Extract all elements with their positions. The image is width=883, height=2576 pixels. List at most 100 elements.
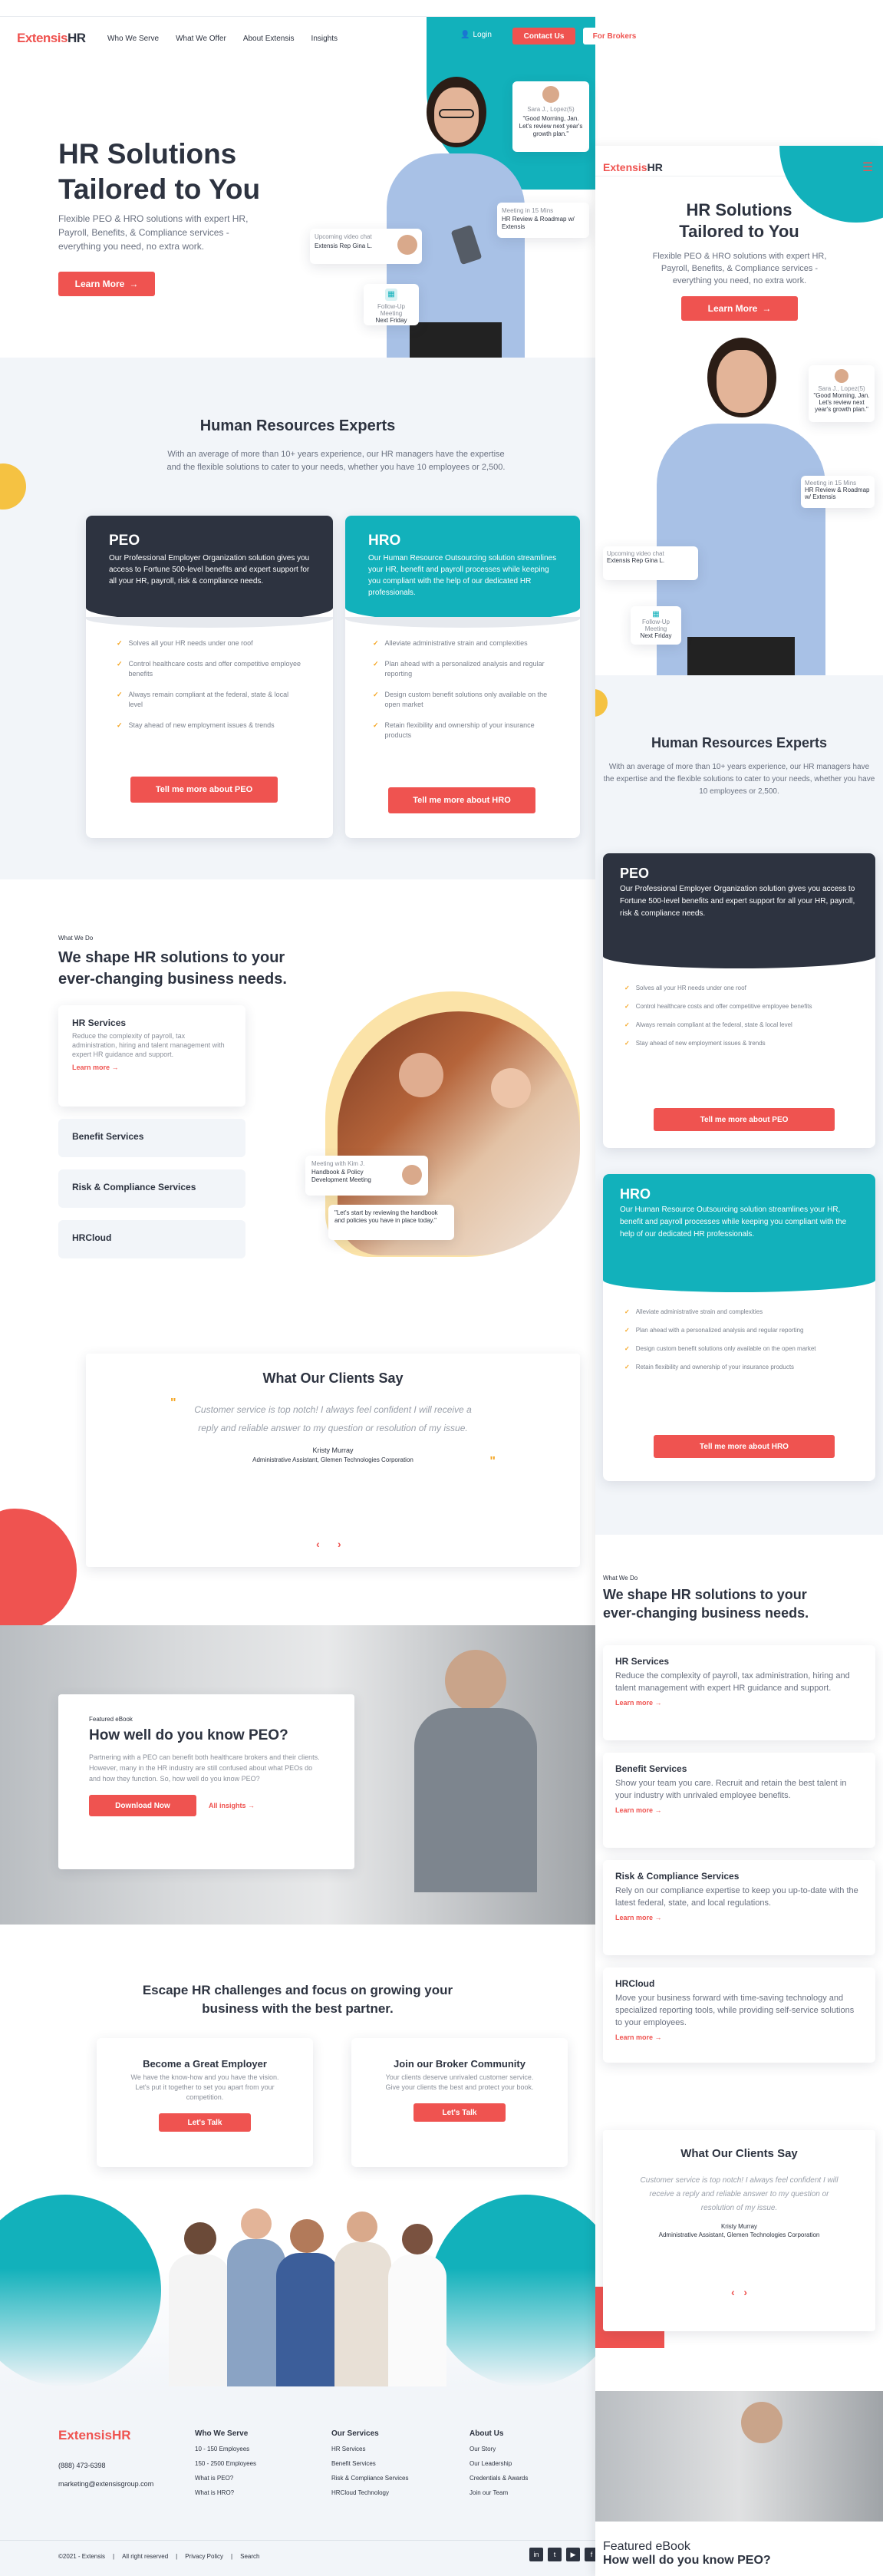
footer-link[interactable]: 10 - 150 Employees xyxy=(195,2446,256,2452)
mobile-learn-more-button[interactable]: Learn More → xyxy=(681,296,798,321)
footer-link[interactable]: Credentials & Awards xyxy=(470,2475,528,2482)
hr-services-learn-more[interactable]: Learn more → xyxy=(72,1064,232,1071)
person-face xyxy=(241,2208,272,2239)
nav-insights[interactable]: Insights xyxy=(311,35,338,43)
list-item: ✓ Alleviate administrative strain and com… xyxy=(373,638,549,648)
login-link[interactable]: 👤 Login xyxy=(460,31,492,39)
footer-logo-extensis: Extensis xyxy=(58,2428,112,2442)
hero-title-line1: HR Solutions xyxy=(58,138,237,170)
mobile-risk-learn-more[interactable]: Learn more → xyxy=(615,1914,863,1921)
contact-button[interactable]: Contact Us xyxy=(512,28,575,45)
all-insights-link[interactable]: All insights → xyxy=(209,1802,255,1809)
footer-link[interactable]: Join our Team xyxy=(470,2489,528,2496)
peo-card-header: PEO Our Professional Employer Organizati… xyxy=(86,516,333,622)
mobile-hro-item: Design custom benefit solutions only ava… xyxy=(635,1345,816,1352)
person-body xyxy=(414,1708,537,1892)
hr-services-card[interactable]: HR Services Reduce the complexity of pay… xyxy=(58,1005,245,1107)
hero-learn-more-button[interactable]: Learn More → xyxy=(58,272,155,296)
footer-email[interactable]: marketing@extensisgroup.com xyxy=(58,2480,153,2488)
footer-link[interactable]: What is PEO? xyxy=(195,2475,256,2482)
twitter-icon[interactable]: t xyxy=(548,2548,562,2561)
benefit-services-tab[interactable]: Benefit Services xyxy=(58,1119,245,1157)
footer-link[interactable]: What is HRO? xyxy=(195,2489,256,2496)
learn-more-label: Learn more xyxy=(72,1064,110,1071)
risk-services-tab[interactable]: Risk & Compliance Services xyxy=(58,1169,245,1208)
prev-arrow-icon[interactable]: ‹ xyxy=(316,1538,320,1550)
logo[interactable]: ExtensisHR xyxy=(17,31,86,46)
mobile-hr-services-card[interactable]: HR Services Reduce the complexity of pay… xyxy=(603,1645,875,1740)
meeting-label: Meeting in 15 Mins xyxy=(502,207,554,214)
mobile-hrcloud-learn-more[interactable]: Learn more → xyxy=(615,2033,863,2041)
mobile-peo-button[interactable]: Tell me more about PEO xyxy=(654,1108,835,1131)
youtube-icon[interactable]: ▶ xyxy=(566,2548,580,2561)
employer-lets-talk-button[interactable]: Let's Talk xyxy=(159,2113,251,2132)
footer-link[interactable]: Our Leadership xyxy=(470,2460,528,2467)
broker-text: Your clients deserve unrivaled customer … xyxy=(385,2073,534,2091)
mobile-hr-title: HR Services xyxy=(615,1656,670,1667)
peo-title: PEO xyxy=(109,533,140,549)
prev-arrow-icon[interactable]: ‹ xyxy=(731,2286,735,2298)
footer-logo[interactable]: ExtensisHR xyxy=(58,2428,131,2443)
footer-link[interactable]: HR Services xyxy=(331,2446,408,2452)
linkedin-icon[interactable]: in xyxy=(529,2548,543,2561)
whatwedo-eyebrow: What We Do xyxy=(58,935,94,942)
mobile-benefit-card[interactable]: Benefit Services Show your team you care… xyxy=(603,1753,875,1848)
download-button[interactable]: Download Now xyxy=(89,1795,196,1816)
list-item: ✓ Alleviate administrative strain and com… xyxy=(624,1308,854,1317)
meeting-text: HR Review & Roadmap w/ Extensis xyxy=(502,216,575,230)
search-link[interactable]: Search xyxy=(240,2553,259,2560)
followup-text: Next Friday xyxy=(375,317,407,324)
person-face xyxy=(445,1650,506,1711)
next-arrow-icon[interactable]: › xyxy=(743,2286,747,2298)
mobile-meeting-label: Meeting in 15 Mins xyxy=(805,480,857,487)
peo-card: PEO Our Professional Employer Organizati… xyxy=(86,516,333,838)
nav-what-we-offer[interactable]: What We Offer xyxy=(176,35,226,43)
hro-card: HRO Our Human Resource Outsourcing solut… xyxy=(345,516,580,838)
avatar xyxy=(402,1165,422,1185)
footer-col-who: Who We Serve 10 - 150 Employees 150 - 25… xyxy=(195,2429,256,2504)
list-item: ✓ Retain flexibility and ownership of you… xyxy=(624,1363,854,1372)
nav-who-we-serve[interactable]: Who We Serve xyxy=(107,35,159,43)
footer-link[interactable]: Benefit Services xyxy=(331,2460,408,2467)
footer-logo-hr: HR xyxy=(111,2428,131,2442)
hro-tell-more-button[interactable]: Tell me more about HRO xyxy=(388,787,535,813)
team-photo xyxy=(138,2207,476,2386)
hamburger-menu-icon[interactable]: ☰ xyxy=(862,160,873,175)
mobile-hero-subtitle: Flexible PEO & HRO solutions with expert… xyxy=(652,252,827,285)
ebook-text: Partnering with a PEO can benefit both h… xyxy=(89,1753,320,1783)
mobile-hr-learn-more[interactable]: Learn more → xyxy=(615,1699,863,1707)
followup-card: ▦ Follow-Up Meeting Next Friday xyxy=(364,284,419,325)
mobile-whatwedo-line1: We shape HR solutions to your xyxy=(603,1587,807,1602)
mobile-logo[interactable]: ExtensisHR xyxy=(603,161,663,173)
hr-services-text: Reduce the complexity of payroll, tax ad… xyxy=(72,1032,225,1058)
nav-about[interactable]: About Extensis xyxy=(243,35,295,43)
logo-hr: HR xyxy=(67,31,86,45)
footer-link[interactable]: Risk & Compliance Services xyxy=(331,2475,408,2482)
privacy-link[interactable]: Privacy Policy xyxy=(185,2553,223,2560)
hro-feature-list: ✓ Alleviate administrative strain and com… xyxy=(345,628,580,740)
ebook-actions: Download Now All insights → xyxy=(89,1795,324,1816)
next-arrow-icon[interactable]: › xyxy=(338,1538,341,1550)
footer-link[interactable]: 150 - 2500 Employees xyxy=(195,2460,256,2467)
mobile-whatwedo-line2: ever-changing business needs. xyxy=(603,1605,809,1621)
mobile-hrcloud-card[interactable]: HRCloud Move your business forward with … xyxy=(603,1967,875,2063)
mobile-hro-button[interactable]: Tell me more about HRO xyxy=(654,1435,835,1458)
hrcloud-tab[interactable]: HRCloud xyxy=(58,1220,245,1258)
footer-col3-title: About Us xyxy=(470,2429,504,2438)
peo-item-text: Always remain compliant at the federal, … xyxy=(128,691,289,708)
person-face xyxy=(741,2402,783,2443)
mobile-peo-header: PEO Our Professional Employer Organizati… xyxy=(603,853,875,968)
broker-lets-talk-button[interactable]: Let's Talk xyxy=(413,2103,506,2122)
followup-label: Follow-Up Meeting xyxy=(377,303,405,317)
mobile-hero-title-line2: Tailored to You xyxy=(679,222,799,241)
footer-divider xyxy=(0,2540,595,2541)
brokers-button[interactable]: For Brokers xyxy=(583,28,646,45)
mobile-risk-card[interactable]: Risk & Compliance Services Rely on our c… xyxy=(603,1860,875,1955)
footer-link[interactable]: Our Story xyxy=(470,2446,528,2452)
peo-item-text: Solves all your HR needs under one roof xyxy=(128,639,253,647)
footer-link[interactable]: HRCloud Technology xyxy=(331,2489,408,2496)
mobile-benefit-learn-more[interactable]: Learn more → xyxy=(615,1806,863,1814)
footer-phone[interactable]: (888) 473-6398 xyxy=(58,2462,106,2469)
peo-tell-more-button[interactable]: Tell me more about PEO xyxy=(130,777,278,803)
mobile-hr-text: Reduce the complexity of payroll, tax ad… xyxy=(615,1671,850,1693)
